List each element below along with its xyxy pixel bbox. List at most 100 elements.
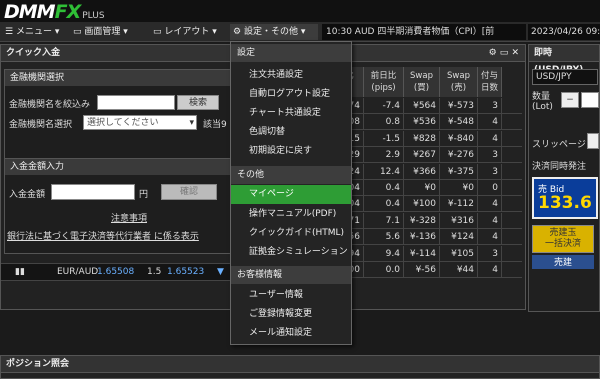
- panel-controls-icon: ⚙ ▭ ✕: [488, 48, 519, 58]
- sell-bid-button[interactable]: 売 Bid 133.6: [532, 177, 598, 219]
- settings-dropdown: 設定 注文共通設定 自動ログアウト設定 チャート共通設定 色調切替 初期設定に戻…: [230, 41, 352, 345]
- rate-table-row[interactable]: .0040.4¥100¥-1124: [336, 196, 522, 213]
- app-header: DMMFX PLUS: [0, 0, 600, 23]
- position-panel: ポジション照会: [0, 355, 600, 379]
- layout-button[interactable]: ▭ レイアウト ▾: [150, 24, 228, 40]
- rate-table-header: Swap (売): [440, 67, 478, 97]
- rate-table-row[interactable]: 00717.1¥-328¥3164: [336, 212, 522, 229]
- rate-table-cell: ¥366: [404, 163, 440, 180]
- qty-minus-button[interactable]: −: [561, 92, 579, 108]
- rate-table-cell: ¥-375: [440, 163, 478, 180]
- chart-settings-item[interactable]: チャート共通設定: [231, 104, 351, 123]
- rate-table-cell: -1.5: [364, 130, 404, 147]
- dropdown-header-other: その他: [231, 166, 351, 184]
- pair-select[interactable]: USD/JPY: [532, 69, 598, 85]
- rate-table-row[interactable]: .0080.8¥536¥-5484: [336, 114, 522, 131]
- instant-order-panel: 即時(USD/JPY) USD/JPY 数量 (Lot) − スリッページ 決済…: [528, 44, 600, 312]
- rate-table-cell: 0.4: [364, 180, 404, 196]
- rate-table-row[interactable]: .015-1.5¥828¥-8404: [336, 130, 522, 147]
- rate-table-cell: ¥828: [404, 130, 440, 147]
- rate-table-cell: ¥564: [404, 98, 440, 114]
- bid-rate: 1.65508: [97, 267, 135, 277]
- quick-guide-item[interactable]: クイックガイド(HTML): [231, 224, 351, 243]
- registration-change-item[interactable]: ご登録情報変更: [231, 305, 351, 324]
- amount-label: 入金金額: [9, 190, 46, 200]
- match-count: 該当9: [203, 120, 227, 130]
- rate-table-cell: ¥-136: [404, 229, 440, 246]
- rate-table-cell: ¥-114: [404, 245, 440, 262]
- down-arrow-icon: ▼: [217, 267, 224, 277]
- bank-law-link[interactable]: 銀行法に基づく電子決済等代行業者 に係る表示: [7, 229, 199, 242]
- rate-table-cell: 0: [478, 180, 502, 196]
- rate-table-cell: 2.9: [364, 147, 404, 164]
- rate-table-cell: 3: [478, 98, 502, 114]
- confirm-button[interactable]: 確認: [161, 184, 217, 200]
- bank-search-input[interactable]: [97, 95, 175, 110]
- datetime: 2023/04/26 09:5: [528, 24, 600, 40]
- section-title: 入金金額入力: [5, 159, 231, 175]
- rate-table-cell: 7.1: [364, 212, 404, 229]
- rate-table-row[interactable]: .074-7.4¥564¥-5733: [336, 98, 522, 114]
- rate-table-cell: 4: [478, 262, 502, 278]
- rate-table-cell: 3: [478, 147, 502, 164]
- yen-label: 円: [139, 190, 149, 200]
- slippage-field[interactable]: [587, 133, 599, 149]
- color-switch-item[interactable]: 色調切替: [231, 123, 351, 142]
- dmm-fx-logo: DMMFX PLUS: [4, 1, 105, 23]
- manual-pdf-item[interactable]: 操作マニュアル(PDF): [231, 205, 351, 224]
- mypage-item[interactable]: マイページ: [231, 185, 351, 204]
- dropdown-header-settings: 設定: [231, 44, 351, 62]
- slippage-label: スリッページ: [532, 140, 586, 150]
- rate-table-cell: ¥100: [404, 196, 440, 213]
- rate-table-row[interactable]: 00949.4¥-114¥1053: [336, 245, 522, 262]
- email-notify-item[interactable]: メール通知設定: [231, 324, 351, 343]
- rate-table-cell: 9.4: [364, 245, 404, 262]
- rate-table-cell: ¥-56: [404, 262, 440, 278]
- sell-button[interactable]: 売建: [532, 255, 594, 269]
- margin-sim-item[interactable]: 証拠金シミュレーション: [231, 243, 351, 262]
- rate-table-row[interactable]: .0292.9¥267¥-2763: [336, 147, 522, 164]
- rate-table-cell: ¥124: [440, 229, 478, 246]
- rate-table-cell: 3: [478, 245, 502, 262]
- amount-section: 入金金額入力 入金金額 円 確認 注意事項 銀行法に基づく電子決済等代行業者 に…: [4, 158, 232, 254]
- rate-table-cell: ¥267: [404, 147, 440, 164]
- position-title: ポジション照会: [1, 356, 599, 373]
- rate-table-cell: 0.8: [364, 114, 404, 131]
- select-label: 金融機関名選択: [9, 120, 73, 130]
- rate-table-cell: ¥-840: [440, 130, 478, 147]
- rate-table-row[interactable]: .12412.4¥366¥-3753: [336, 163, 522, 180]
- menu-button[interactable]: ☰ メニュー ▾: [2, 24, 64, 40]
- rate-table-cell: 0.4: [364, 196, 404, 213]
- rate-table-header: 前日比 (pips): [364, 67, 404, 97]
- bulk-settle-button[interactable]: 売建玉 一括決済: [532, 225, 594, 253]
- rate-table-cell: 4: [478, 114, 502, 131]
- auto-logout-item[interactable]: 自動ログアウト設定: [231, 85, 351, 104]
- pair-name: EUR/AUD: [57, 267, 99, 277]
- rate-table-cell: 4: [478, 130, 502, 147]
- spread: 1.5: [147, 267, 162, 277]
- rate-table-row[interactable]: .0040.4¥0¥00: [336, 180, 522, 196]
- notes-link[interactable]: 注意事項: [111, 211, 147, 224]
- rate-table-row[interactable]: 00000.0¥-56¥444: [336, 262, 522, 278]
- reset-settings-item[interactable]: 初期設定に戻す: [231, 142, 351, 161]
- rate-table-row[interactable]: 00565.6¥-136¥1244: [336, 229, 522, 246]
- rate-table-cell: 3: [478, 163, 502, 180]
- settle-label: 決済同時発注: [532, 162, 587, 172]
- news-ticker[interactable]: 10:30 AUD 四半期消費者物価（CPI）[前: [322, 24, 526, 40]
- search-button[interactable]: 検索: [177, 95, 219, 110]
- user-info-item[interactable]: ユーザー情報: [231, 286, 351, 305]
- qty-label: 数量 (Lot): [532, 92, 553, 112]
- rate-table-cell: 4: [478, 229, 502, 246]
- screen-management-button[interactable]: ▭ 画面管理 ▾: [70, 24, 146, 40]
- order-settings-item[interactable]: 注文共通設定: [231, 66, 351, 85]
- amount-input[interactable]: [51, 184, 135, 200]
- rate-table-cell: ¥-112: [440, 196, 478, 213]
- settings-other-button[interactable]: ⚙ 設定・その他 ▾: [230, 24, 318, 40]
- rate-table-cell: 4: [478, 196, 502, 213]
- rate-table-cell: 4: [478, 212, 502, 229]
- qty-input[interactable]: [581, 92, 599, 108]
- rate-table-cell: ¥-548: [440, 114, 478, 131]
- rate-table-cell: 0.0: [364, 262, 404, 278]
- section-title: 金融機関選択: [5, 70, 231, 86]
- bank-select[interactable]: 選択してください ▾: [83, 115, 197, 130]
